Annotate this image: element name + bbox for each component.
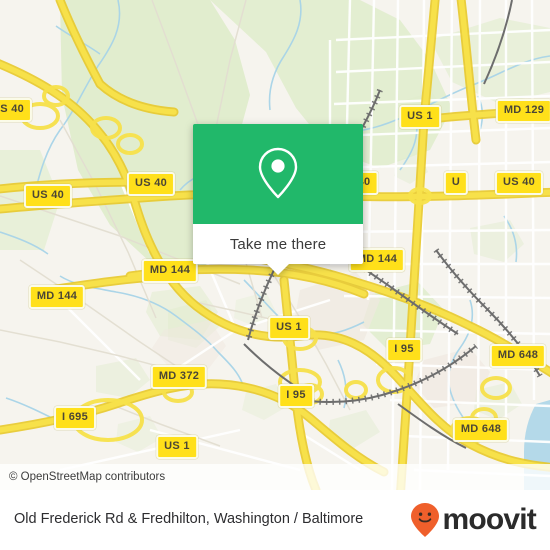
moovit-wordmark: moovit: [442, 503, 536, 536]
moovit-logo[interactable]: moovit: [410, 502, 537, 538]
road-shield: MD 648: [489, 344, 547, 368]
road-shield: US 1: [268, 316, 310, 340]
road-shield: US 40: [126, 172, 176, 196]
road-shield: US 1: [156, 435, 198, 459]
take-me-there-button[interactable]: Take me there: [193, 224, 363, 264]
road-shield: U: [443, 171, 469, 195]
road-shield: I 95: [386, 338, 422, 362]
map-canvas[interactable]: US 40US 40US 40US 1MD 129US 40U40MD 144M…: [0, 0, 550, 490]
map-attribution-bar: © OpenStreetMap contributors: [0, 464, 550, 490]
road-shield: MD 372: [150, 365, 208, 389]
station-title: Old Frederick Rd & Fredhilton, Washingto…: [14, 511, 364, 528]
road-shield: US 40: [0, 98, 33, 122]
road-shield: MD 144: [141, 259, 199, 283]
location-pin-icon: [258, 147, 298, 199]
osm-attribution-text[interactable]: © OpenStreetMap contributors: [0, 471, 165, 483]
callout-tail: [267, 264, 289, 275]
callout-pin-area: [193, 124, 363, 224]
road-shield: US 1: [399, 105, 441, 129]
road-shield: I 95: [278, 384, 314, 408]
road-shield: MD 648: [452, 418, 510, 442]
road-shield: US 40: [23, 184, 73, 208]
map-screenshot: US 40US 40US 40US 1MD 129US 40U40MD 144M…: [0, 0, 550, 550]
footer-bar: Old Frederick Rd & Fredhilton, Washingto…: [0, 490, 550, 550]
location-callout[interactable]: Take me there: [193, 124, 363, 275]
road-shield: MD 129: [495, 99, 550, 123]
road-shield: US 40: [494, 171, 544, 195]
road-shield: I 695: [54, 406, 96, 430]
road-shield: MD 144: [28, 285, 86, 309]
take-me-there-label: Take me there: [229, 235, 327, 253]
moovit-smiley-pin-icon: [411, 503, 440, 537]
